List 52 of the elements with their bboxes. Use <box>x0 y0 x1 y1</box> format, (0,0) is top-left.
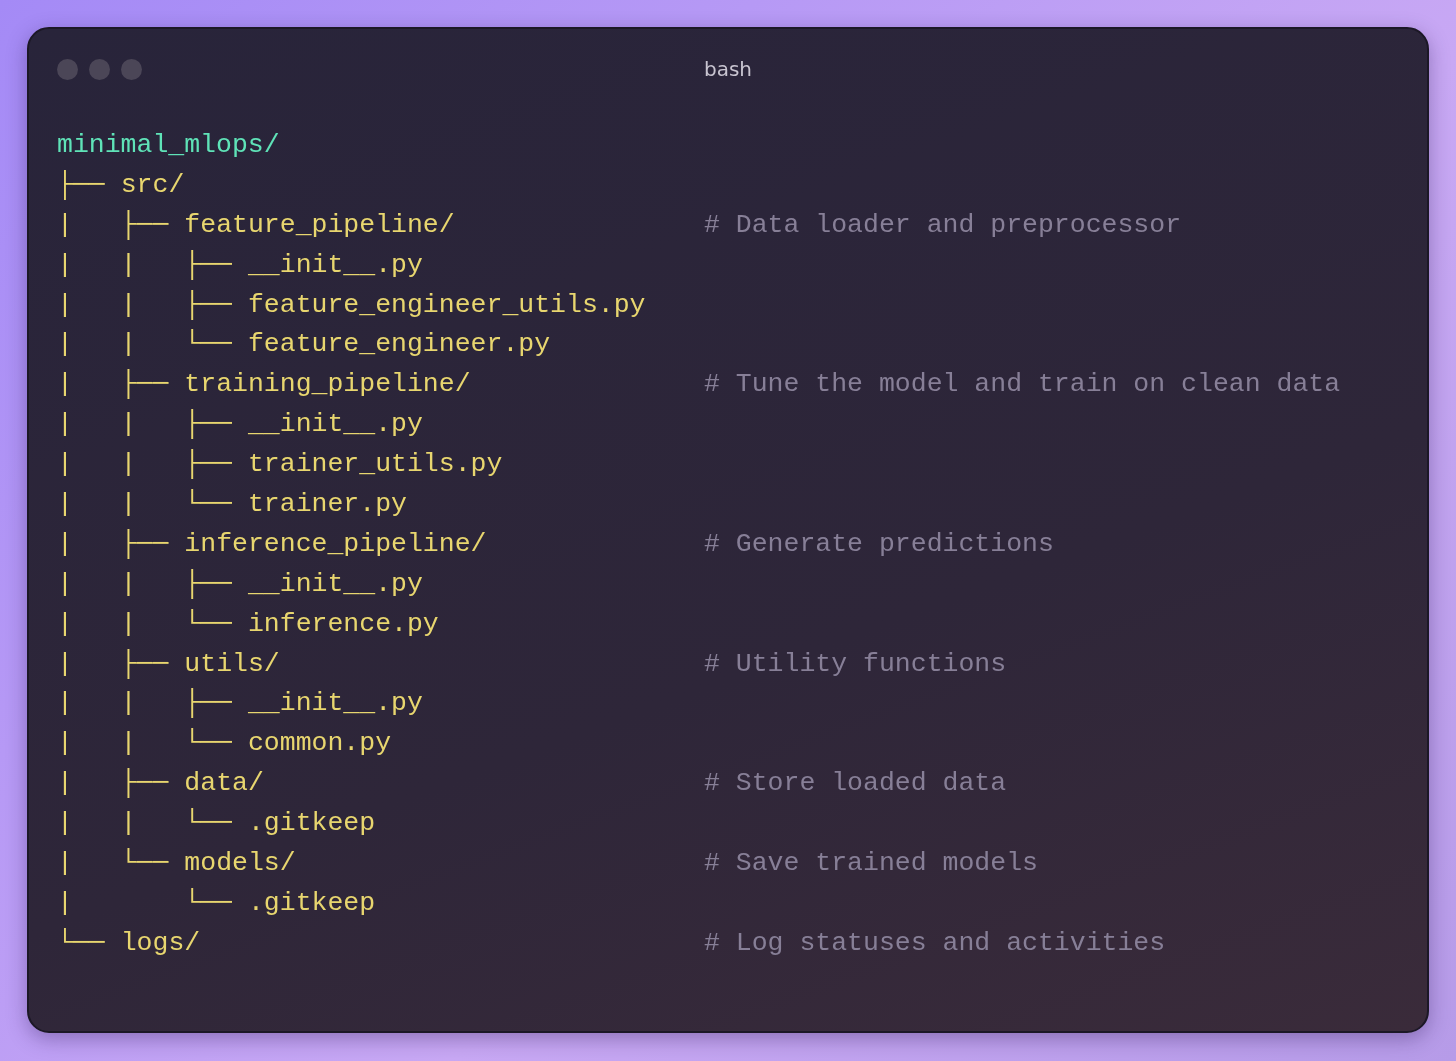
tree-branch: | | ├── <box>57 688 232 719</box>
tree-branch: | ├── <box>57 768 169 799</box>
code-comment: # Log statuses and activities <box>704 927 1166 958</box>
tree-branch: | | └── <box>57 728 232 759</box>
tree-branch: ├── <box>57 169 105 200</box>
tree-entry-name: common.py <box>247 728 392 759</box>
tree-entry-name: utils/ <box>184 648 280 679</box>
tree-entry-name: inference.py <box>247 608 439 639</box>
tree-entry-name: __init__.py <box>247 249 423 280</box>
tree-entry-name: feature_engineer_utils.py <box>247 289 646 320</box>
code-comment: # Store loaded data <box>704 768 1007 799</box>
tree-branch: | | ├── <box>57 289 232 320</box>
maximize-button[interactable] <box>121 58 142 80</box>
tree-branch: └── <box>57 927 105 958</box>
tree-branch: | | └── <box>57 488 232 519</box>
tree-entry-name: logs/ <box>120 927 201 958</box>
close-button[interactable] <box>57 58 78 80</box>
code-comment: # Generate predictions <box>704 528 1054 559</box>
tree-branch: | ├── <box>57 369 169 400</box>
tree-entry-name: inference_pipeline/ <box>184 528 487 559</box>
tree-entry-name: models/ <box>184 847 296 878</box>
tree-entry-name: __init__.py <box>247 409 423 440</box>
code-comment: # Utility functions <box>704 648 1007 679</box>
tree-branch: | | └── <box>57 329 232 360</box>
minimize-button[interactable] <box>89 58 110 80</box>
root-folder-name: minimal_mlops/ <box>57 129 280 160</box>
tree-entry-name: __init__.py <box>247 568 423 599</box>
tree-branch: | | ├── <box>57 568 232 599</box>
tree-entry-name: trainer.py <box>247 488 407 519</box>
tree-entry-name: trainer_utils.py <box>247 449 503 480</box>
tree-entry-name: .gitkeep <box>247 808 376 839</box>
tree-entry-name: data/ <box>184 768 264 799</box>
tree-entry-name: .gitkeep <box>247 887 376 918</box>
code-comment: # Save trained models <box>704 847 1038 878</box>
code-comment: # Tune the model and train on clean data <box>704 369 1341 400</box>
tree-branch: | | ├── <box>57 409 232 440</box>
tree-branch: | └── <box>57 887 232 918</box>
tree-entry-name: feature_engineer.py <box>247 329 551 360</box>
tree-branch: | | ├── <box>57 249 232 280</box>
tree-entry-name: src/ <box>120 169 185 200</box>
tree-entry-name: __init__.py <box>247 688 423 719</box>
tree-branch: | | └── <box>57 608 232 639</box>
tree-branch: | ├── <box>57 648 169 679</box>
tree-branch: | | └── <box>57 808 232 839</box>
tree-branch: | ├── <box>57 528 169 559</box>
tree-entry-name: feature_pipeline/ <box>184 209 455 240</box>
window-title: bash <box>704 57 752 81</box>
tree-branch: | ├── <box>57 209 169 240</box>
tree-branch: | | ├── <box>57 449 232 480</box>
code-comment: # Data loader and preprocessor <box>704 209 1182 240</box>
tree-branch: | └── <box>57 847 169 878</box>
tree-entry-name: training_pipeline/ <box>184 369 471 400</box>
